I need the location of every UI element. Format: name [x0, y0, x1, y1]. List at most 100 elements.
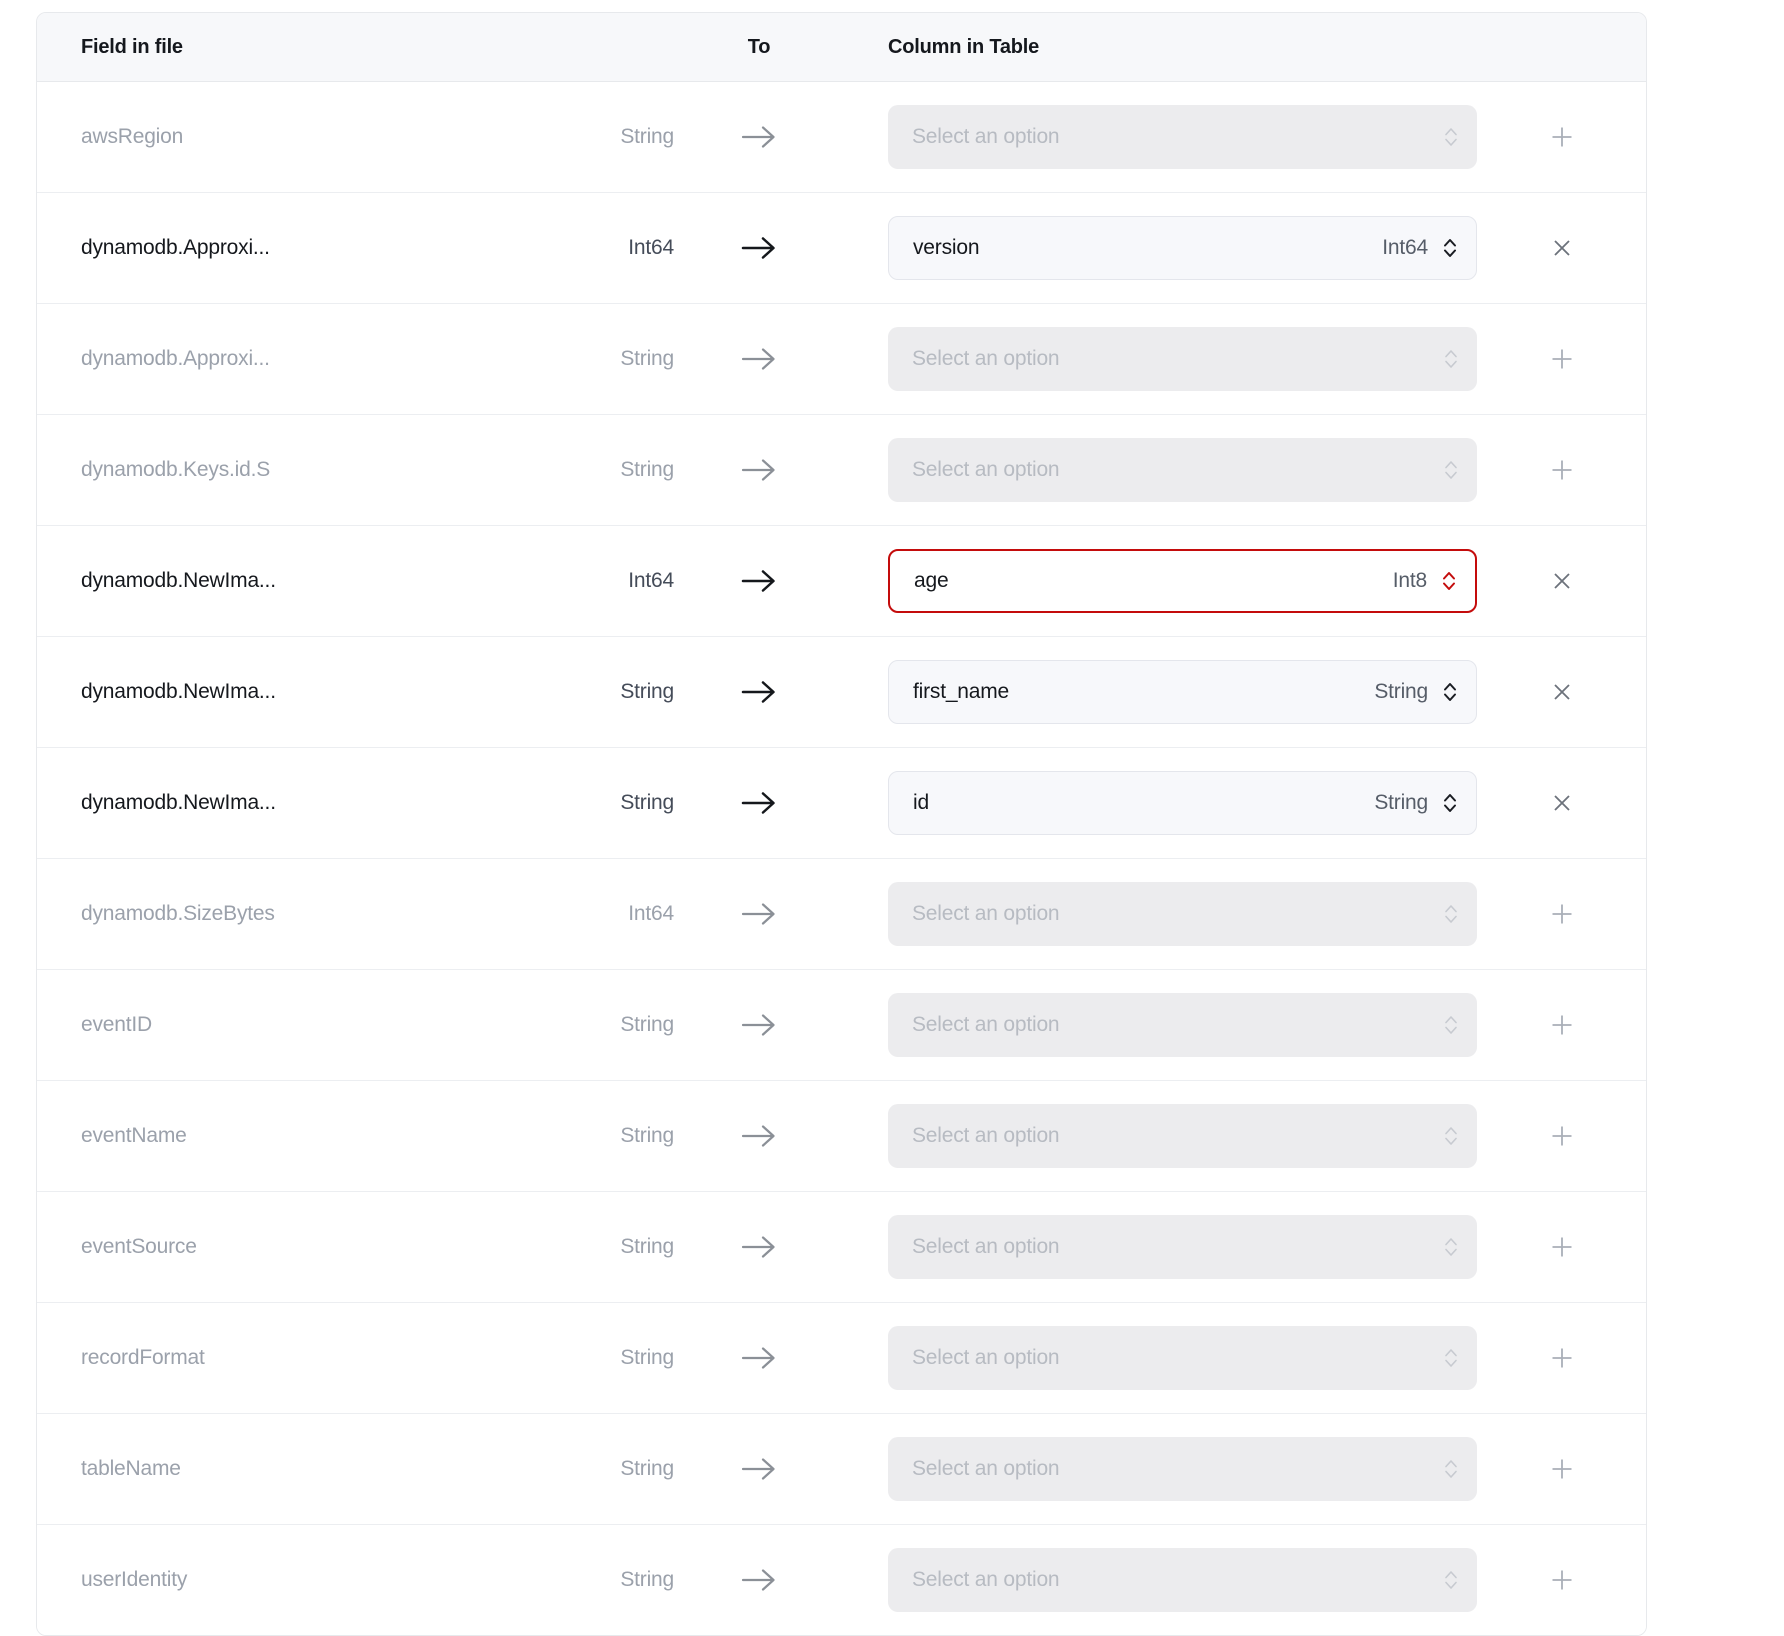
column-select: Select an option: [888, 105, 1477, 169]
chevron-updown-icon: [1441, 568, 1457, 594]
table-header: Field in file To Column in Table: [37, 13, 1646, 82]
remove-mapping-button[interactable]: [1541, 560, 1583, 602]
chevron-updown-icon: [1443, 124, 1459, 150]
arrow-cell: [674, 679, 844, 705]
plus-icon: [1550, 1124, 1574, 1148]
arrow-cell: [674, 1345, 844, 1371]
chevron-updown-icon: [1443, 1123, 1459, 1149]
column-select-right: [1443, 1456, 1459, 1482]
arrow-cell: [674, 457, 844, 483]
field-name-label: dynamodb.NewIma...: [81, 569, 541, 593]
add-mapping-button[interactable]: [1540, 448, 1584, 492]
column-select-right: [1443, 124, 1459, 150]
field-type-label: String: [541, 125, 674, 149]
header-column-in-table: Column in Table: [888, 36, 1039, 59]
plus-icon: [1550, 1457, 1574, 1481]
add-mapping-button[interactable]: [1540, 1114, 1584, 1158]
column-select[interactable]: age Int8: [888, 549, 1477, 613]
column-select-value: Select an option: [912, 1124, 1059, 1148]
field-name-label: dynamodb.SizeBytes: [81, 902, 541, 926]
add-mapping-button[interactable]: [1540, 1336, 1584, 1380]
column-select: Select an option: [888, 438, 1477, 502]
add-mapping-button[interactable]: [1540, 1225, 1584, 1269]
arrow-right-icon: [741, 568, 777, 594]
field-name-label: dynamodb.Approxi...: [81, 236, 541, 260]
arrow-cell: [674, 790, 844, 816]
plus-icon: [1550, 125, 1574, 149]
field-name-label: tableName: [81, 1457, 541, 1481]
arrow-right-icon: [741, 457, 777, 483]
field-name-label: dynamodb.Approxi...: [81, 347, 541, 371]
header-to: To: [748, 36, 771, 59]
field-type-label: String: [541, 1235, 674, 1259]
column-select-right: [1443, 1012, 1459, 1038]
column-select: Select an option: [888, 1326, 1477, 1390]
column-select: Select an option: [888, 1104, 1477, 1168]
mapping-row: eventID String Select an option: [37, 970, 1646, 1081]
mapping-row: awsRegion String Select an option: [37, 82, 1646, 193]
field-type-label: Int64: [541, 236, 674, 260]
arrow-right-icon: [741, 901, 777, 927]
column-select-right: [1443, 1123, 1459, 1149]
column-select-value: Select an option: [912, 902, 1059, 926]
chevron-updown-icon: [1443, 1012, 1459, 1038]
column-select-value: version: [913, 236, 979, 260]
remove-mapping-button[interactable]: [1541, 227, 1583, 269]
field-type-label: String: [541, 1124, 674, 1148]
mapping-rows-container: awsRegion String Select an option: [37, 82, 1646, 1635]
arrow-cell: [674, 1012, 844, 1038]
column-select-right: Int64: [1382, 235, 1458, 261]
field-name-label: recordFormat: [81, 1346, 541, 1370]
column-select-value: Select an option: [912, 125, 1059, 149]
header-field-in-file: Field in file: [81, 36, 541, 59]
field-type-label: String: [541, 347, 674, 371]
plus-icon: [1550, 902, 1574, 926]
column-select-value: Select an option: [912, 1346, 1059, 1370]
field-type-label: Int64: [541, 902, 674, 926]
add-mapping-button[interactable]: [1540, 337, 1584, 381]
add-mapping-button[interactable]: [1540, 1558, 1584, 1602]
column-select[interactable]: version Int64: [888, 216, 1477, 280]
arrow-right-icon: [741, 1123, 777, 1149]
mapping-row: eventSource String Select an option: [37, 1192, 1646, 1303]
column-select-right: [1443, 457, 1459, 483]
remove-mapping-button[interactable]: [1541, 782, 1583, 824]
column-select-right: String: [1374, 790, 1458, 816]
arrow-right-icon: [741, 124, 777, 150]
arrow-right-icon: [741, 1456, 777, 1482]
arrow-cell: [674, 1123, 844, 1149]
field-type-label: String: [541, 791, 674, 815]
column-select[interactable]: first_name String: [888, 660, 1477, 724]
plus-icon: [1550, 1346, 1574, 1370]
arrow-cell: [674, 346, 844, 372]
mapping-row: eventName String Select an option: [37, 1081, 1646, 1192]
close-icon: [1551, 237, 1573, 259]
add-mapping-button[interactable]: [1540, 1447, 1584, 1491]
column-select-value: age: [914, 569, 948, 593]
mapping-row: recordFormat String Select an option: [37, 1303, 1646, 1414]
column-select-value: id: [913, 791, 929, 815]
column-select-value: Select an option: [912, 1568, 1059, 1592]
remove-mapping-button[interactable]: [1541, 671, 1583, 713]
column-select: Select an option: [888, 1548, 1477, 1612]
arrow-right-icon: [741, 1234, 777, 1260]
column-select: Select an option: [888, 993, 1477, 1057]
arrow-cell: [674, 1567, 844, 1593]
add-mapping-button[interactable]: [1540, 892, 1584, 936]
chevron-updown-icon: [1443, 457, 1459, 483]
arrow-cell: [674, 235, 844, 261]
column-select[interactable]: id String: [888, 771, 1477, 835]
add-mapping-button[interactable]: [1540, 1003, 1584, 1047]
arrow-right-icon: [741, 1345, 777, 1371]
column-select-value: Select an option: [912, 1013, 1059, 1037]
column-select-value: Select an option: [912, 347, 1059, 371]
add-mapping-button[interactable]: [1540, 115, 1584, 159]
field-type-label: String: [541, 1013, 674, 1037]
column-type-label: String: [1374, 680, 1428, 704]
field-name-label: dynamodb.NewIma...: [81, 791, 541, 815]
column-select-value: first_name: [913, 680, 1009, 704]
mapping-row: dynamodb.Keys.id.S String Select an opti…: [37, 415, 1646, 526]
column-type-label: Int8: [1393, 569, 1427, 593]
mapping-row: dynamodb.Approxi... Int64 version Int64: [37, 193, 1646, 304]
column-select: Select an option: [888, 327, 1477, 391]
